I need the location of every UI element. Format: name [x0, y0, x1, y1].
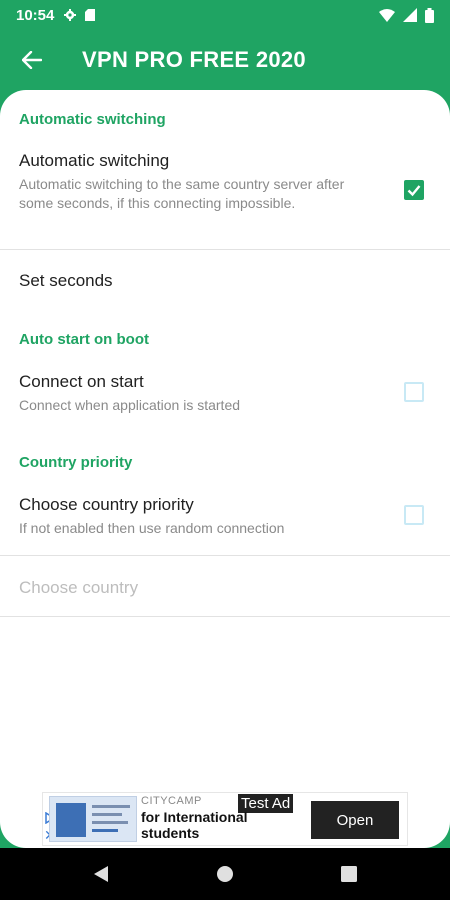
category-automatic-switching: Automatic switching	[19, 111, 166, 128]
ad-headline: for International students	[141, 809, 248, 841]
connect-on-start-checkbox[interactable]	[404, 382, 424, 402]
battery-icon	[425, 7, 434, 23]
divider	[0, 616, 450, 617]
pref-set-seconds[interactable]: Set seconds	[19, 271, 113, 291]
check-icon	[407, 185, 421, 197]
settings-sheet: Automatic switching Automatic switching …	[0, 90, 450, 848]
app-title: VPN PRO FREE 2020	[82, 47, 306, 72]
status-time: 10:54	[16, 6, 55, 24]
status-bar: 10:54	[0, 0, 450, 30]
arrow-back-icon	[22, 51, 42, 69]
app-bar: VPN PRO FREE 2020	[0, 30, 450, 90]
category-auto-start: Auto start on boot	[19, 331, 149, 348]
back-button[interactable]	[0, 30, 64, 90]
divider	[0, 555, 450, 556]
ad-image	[49, 796, 137, 842]
automatic-switching-checkbox[interactable]	[404, 180, 424, 200]
pref-title: Connect on start	[19, 372, 144, 391]
ad-brand: CITYCAMP	[141, 795, 202, 807]
signal-icon	[403, 8, 417, 22]
pref-summary: If not enabled then use random connectio…	[19, 520, 285, 536]
pref-summary: Connect when application is started	[19, 397, 241, 413]
wifi-icon	[379, 8, 395, 22]
divider	[0, 249, 450, 250]
pref-title: Choose country priority	[19, 495, 194, 514]
category-country-priority: Country priority	[19, 454, 133, 471]
nav-recents-icon	[341, 866, 357, 882]
ad-headline-line2: students	[141, 825, 200, 841]
nav-recents-button[interactable]	[287, 848, 411, 900]
nav-back-button[interactable]	[39, 848, 163, 900]
ad-headline-line1: for International	[141, 809, 248, 825]
system-nav-bar	[0, 848, 450, 900]
settings-icon	[64, 9, 77, 21]
nav-back-icon	[94, 866, 108, 882]
sd-card-icon	[85, 9, 96, 21]
ad-banner[interactable]: ✕ CITYCAMP Test Ad for International stu…	[42, 792, 408, 846]
pref-summary: Automatic switching to the same country …	[19, 176, 345, 211]
country-priority-checkbox[interactable]	[404, 505, 424, 525]
ad-open-button[interactable]: Open	[311, 801, 399, 839]
pref-title: Automatic switching	[19, 151, 170, 170]
pref-choose-country[interactable]: Choose country	[19, 578, 138, 598]
nav-home-icon	[217, 866, 233, 882]
nav-home-button[interactable]	[163, 848, 287, 900]
